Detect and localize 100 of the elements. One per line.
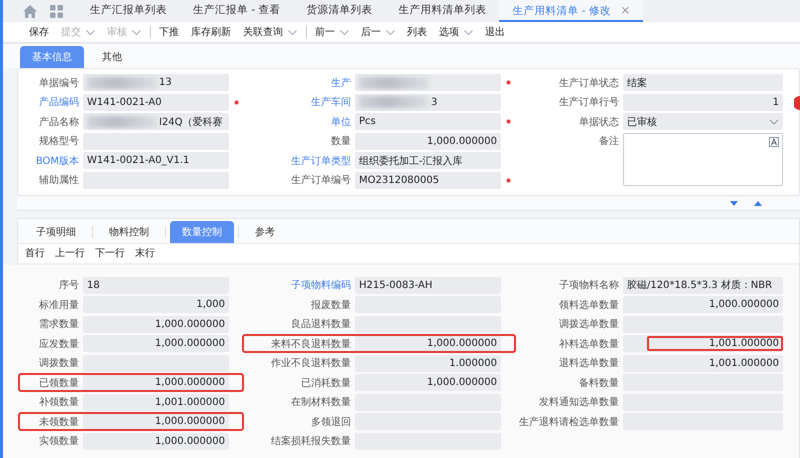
page-tab[interactable]: 货源清单列表 [293,0,386,22]
chevron-down-icon [386,30,395,34]
field-label: 结案损耗报失数量 [271,434,351,448]
field-label: 生产订单状态 [559,76,619,90]
toolbar-button[interactable]: 下推 [150,26,185,38]
page-tab[interactable]: 生产用料清单 - 修改 × [499,0,644,22]
input-field[interactable]: Pcs [355,113,501,130]
field-label: 备注 [599,134,619,148]
input-field[interactable]: 3 [355,94,501,110]
required-icon [506,119,510,124]
field-label: 来料不良退料数量 [271,338,351,350]
input-field[interactable]: 1,000.000000 [355,374,501,391]
chevron-down-icon [288,30,297,34]
field-label: 生产订单编号 [291,174,351,187]
home-icon[interactable] [23,4,37,18]
field-label: BOM版本 [36,154,79,168]
input-field[interactable]: MO2312080005 [355,172,501,188]
toolbar-button[interactable]: 前一 [306,26,355,38]
input-field[interactable]: 1,000.000000 [83,413,229,430]
field-label: 单据编号 [39,76,79,90]
input-field[interactable]: 1,000.000000 [355,335,501,352]
field-label: 调拨数量 [39,357,79,370]
toolbar-button[interactable]: 库存刷新 [185,23,237,41]
field-label: 需求数量 [39,318,79,331]
field-label: 生产订单类型 [291,154,351,168]
field-label: 生产订单行号 [559,96,619,109]
input-field[interactable] [355,316,501,332]
field-label: 调拨选单数量 [559,318,619,331]
input-field[interactable]: 1,000.000000 [83,335,229,352]
field-label: 良品退料数量 [291,318,351,331]
field-label: 补领数量 [39,396,79,409]
field-label: 辅助属性 [39,174,79,187]
field-label: 应发数量 [39,338,79,350]
field-label: 子项物料编码 [291,278,351,292]
input-field[interactable]: 1,000.000000 [623,296,783,313]
input-field[interactable]: I24Q（爱科赛 [83,113,229,130]
page-tab[interactable]: 生产用料清单列表 [385,0,500,22]
toolbar-button[interactable]: 后一 [355,23,401,41]
field-label: 报废数量 [311,298,351,312]
field-label: 实领数量 [39,434,79,448]
select-field[interactable]: 已审核 [623,113,783,130]
field-label: 未领数量 [39,416,79,428]
page-tab[interactable]: 生产汇报单列表 [77,0,180,22]
input-field[interactable]: W141-0021-A0_V1.1 [83,152,229,169]
input-field[interactable]: 1,001.000000 [83,394,229,410]
row-nav-button[interactable]: 首行 [20,244,50,262]
field-label: 多领退回 [311,416,351,428]
text-format-icon[interactable] [769,136,779,146]
input-field[interactable]: 1,000.000000 [83,432,229,450]
field-label: 标准用量 [39,298,79,312]
detail-tab[interactable]: 物料控制 [97,220,161,242]
apps-grid-icon[interactable] [50,4,63,18]
toolbar-button[interactable]: 关联查询 [237,23,303,41]
row-nav-button[interactable]: 下一行 [90,244,130,262]
required-icon [234,100,238,104]
input-field[interactable]: 1 [623,94,783,110]
field-label: 规格型号 [39,134,79,148]
row-nav-button[interactable]: 上一行 [50,244,90,262]
input-field[interactable]: 1,001.000000 [623,335,783,352]
input-field[interactable]: 1,000.000000 [355,132,501,150]
collapse-down-icon[interactable] [730,200,738,206]
expand-up-icon[interactable] [754,200,762,206]
field-label: 作业不良退料数量 [271,356,351,370]
input-field[interactable]: 1,000 [83,296,229,313]
input-field[interactable]: 13 [83,74,229,91]
field-label: 领料选单数量 [559,298,619,312]
input-field[interactable]: 胶磁/120*18.5*3.3 材质：NBR [623,276,783,294]
field-label: 生产退料请检选单数量 [519,416,619,428]
input-field[interactable]: 1,000.000000 [83,374,229,391]
toolbar-button[interactable]: 选项 [433,23,479,41]
field-label: 补料选单数量 [559,338,619,350]
detail-tab[interactable]: 参考 [243,220,287,242]
page-tab[interactable]: 生产汇报单 - 查看 [180,0,294,22]
field-label: 单据状态 [579,116,619,128]
input-field[interactable]: 1,001.000000 [623,354,783,372]
field-label: 备料数量 [579,376,619,390]
input-field[interactable]: 18 [83,276,229,294]
toolbar-button[interactable]: 退出 [479,23,511,41]
required-icon [506,80,510,85]
form-tab[interactable]: 其他 [90,46,134,68]
chevron-down-icon [86,30,95,34]
detail-tab[interactable]: 子项明细 [24,220,88,242]
input-field[interactable]: 1.000000 [355,354,501,372]
toolbar-button[interactable]: 列表 [401,23,433,41]
remarks-field[interactable] [623,132,783,186]
field-label: 退料选单数量 [559,356,619,370]
field-label: 单位 [331,116,351,128]
input-field[interactable] [83,354,229,372]
chevron-down-icon [769,118,779,124]
chevron-down-icon [464,30,473,34]
chevron-down-icon [340,30,349,34]
toolbar-button[interactable]: 保存 [23,23,55,41]
input-field[interactable]: 1,000.000000 [83,316,229,332]
field-label: 生产 [331,76,351,90]
input-field[interactable]: H215-0083-AH [355,276,501,294]
input-field[interactable]: W141-0021-A0 [83,94,229,110]
input-field[interactable]: 结案 [623,74,783,91]
input-field[interactable] [355,74,501,91]
input-field[interactable]: 组织委托加工-汇报入库 [355,152,501,169]
row-nav-button[interactable]: 末行 [130,244,160,262]
